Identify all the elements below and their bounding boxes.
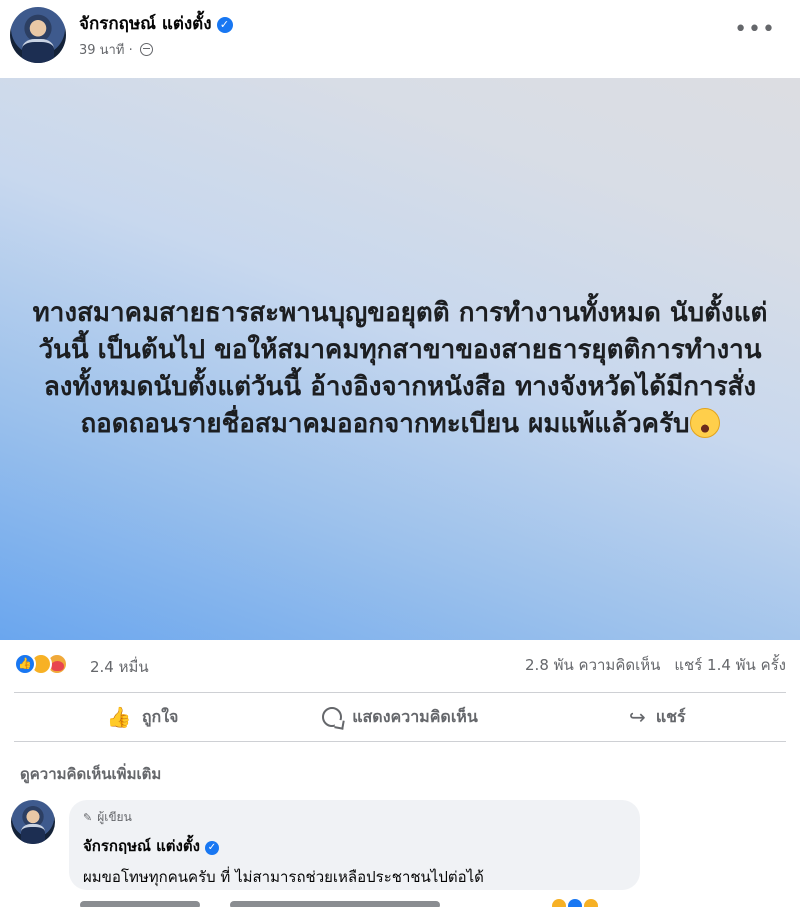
like-reaction-icon: 👍 [14, 653, 36, 675]
comment-author[interactable]: จักรกฤษณ์ แต่งตั้ง [83, 837, 200, 855]
author-avatar[interactable] [10, 7, 66, 63]
share-count[interactable]: แชร์ 1.4 พัน ครั้ง [674, 656, 786, 674]
verified-badge-icon: ✓ [204, 841, 219, 855]
reaction-count[interactable]: 2.4 หมื่น [90, 655, 149, 679]
post-timestamp[interactable]: 39 นาที [79, 43, 124, 58]
peek-emoji-icon [568, 899, 582, 907]
post-image[interactable]: ทางสมาคมสายธารสะพานบุญขอยุตติ การทำงานทั… [0, 78, 800, 640]
more-options-icon[interactable]: ••• [734, 19, 776, 41]
peek-emoji-icon [584, 899, 598, 907]
comment-text: ผมขอโทษทุกคนครับ ที่ ไม่สามารถช่วยเหลือป… [83, 868, 489, 886]
peek-text-segment [80, 901, 200, 907]
comment-bubble-icon [322, 707, 343, 727]
pen-icon: ✎ [83, 811, 93, 824]
post-header: จักรกฤษณ์ แต่งตั้ง ✓ 39 นาที · ••• [0, 0, 800, 78]
post-image-text: ทางสมาคมสายธารสะพานบุญขอยุตติ การทำงานทั… [30, 295, 770, 443]
crying-face-icon [689, 408, 720, 438]
share-arrow-icon: ↪ [629, 705, 646, 729]
share-label: แชร์ [655, 706, 686, 726]
view-more-comments-link[interactable]: ดูความคิดเห็นเพิ่มเติม [20, 762, 161, 786]
comment-author-row[interactable]: จักรกฤษณ์ แต่งตั้ง ✓ [83, 834, 626, 858]
comment-count[interactable]: 2.8 พัน ความคิดเห็น [525, 656, 660, 674]
comment-bubble: ✎ ผู้เขียน จักรกฤษณ์ แต่งตั้ง ✓ ผมขอโทษทุ… [69, 800, 640, 890]
engagement-stats: 2.8 พัน ความคิดเห็น แชร์ 1.4 พัน ครั้ง [525, 653, 786, 677]
commenter-avatar[interactable] [11, 800, 55, 844]
thumbs-up-icon: 👍 [106, 705, 132, 729]
post-image-message: ทางสมาคมสายธารสะพานบุญขอยุตติ การทำงานทั… [32, 298, 768, 439]
author-name-row[interactable]: จักรกฤษณ์ แต่งตั้ง ✓ [79, 10, 233, 37]
action-bar: 👍 ถูกใจ แสดงความคิดเห็น ↪ แชร์ [14, 692, 786, 742]
peek-emoji-icon [552, 899, 566, 907]
globe-icon [139, 43, 153, 56]
verified-badge-icon: ✓ [216, 17, 233, 33]
meta-separator: · [128, 43, 133, 58]
like-button[interactable]: 👍 ถูกใจ [14, 693, 271, 741]
next-comment-peek [80, 898, 620, 907]
comment-label: แสดงความคิดเห็น [352, 706, 478, 726]
like-label: ถูกใจ [141, 706, 179, 726]
author-badge-label: ผู้เขียน [97, 810, 132, 824]
post-meta: 39 นาที · [79, 39, 153, 60]
comment-button[interactable]: แสดงความคิดเห็น [271, 693, 528, 741]
share-button[interactable]: ↪ แชร์ [529, 693, 786, 741]
peek-text-segment [230, 901, 440, 907]
author-name[interactable]: จักรกฤษณ์ แต่งตั้ง [79, 14, 212, 34]
author-badge: ✎ ผู้เขียน [83, 808, 626, 827]
reactions-bar: 👍 2.4 หมื่น 2.8 พัน ความคิดเห็น แชร์ 1.4 … [0, 640, 800, 692]
